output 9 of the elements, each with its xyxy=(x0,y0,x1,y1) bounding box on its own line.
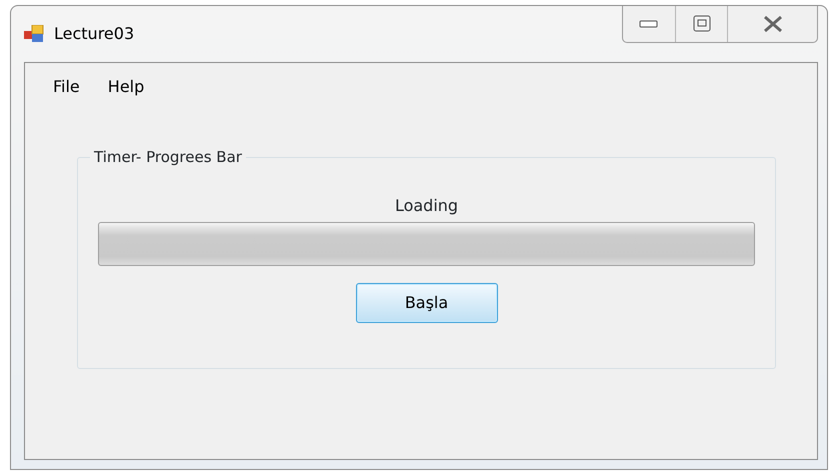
app-icon xyxy=(24,25,44,43)
loading-label: Loading xyxy=(394,195,458,217)
start-button[interactable]: Başla xyxy=(356,283,498,323)
window-title: Lecture03 xyxy=(54,23,134,45)
maximize-icon xyxy=(692,15,710,33)
minimize-icon xyxy=(639,19,659,29)
close-icon xyxy=(762,15,784,33)
menu-item[interactable]: File xyxy=(43,75,98,99)
menu-item[interactable]: Help xyxy=(98,75,162,99)
